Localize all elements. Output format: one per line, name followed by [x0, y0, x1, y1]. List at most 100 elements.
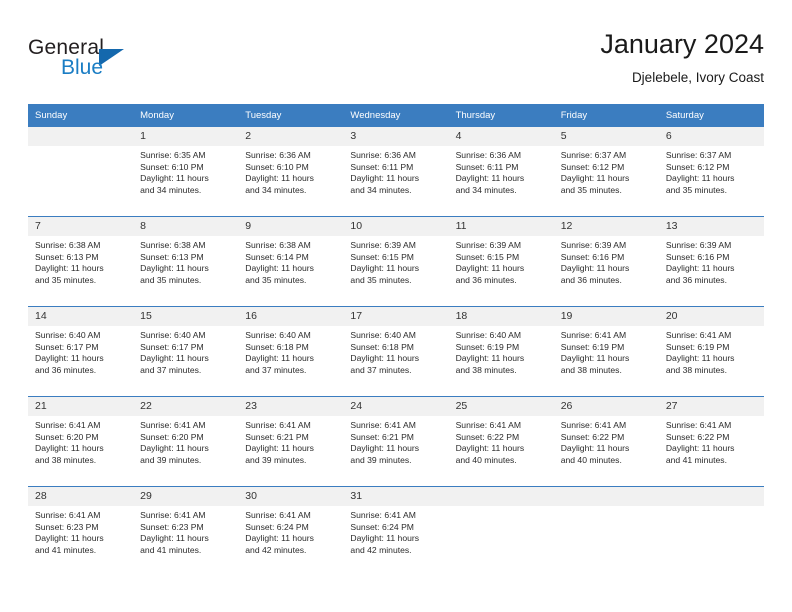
day-info: Sunrise: 6:40 AM Sunset: 6:18 PM Dayligh… — [343, 326, 448, 377]
day-cell[interactable]: 19 Sunrise: 6:41 AM Sunset: 6:19 PM Dayl… — [553, 306, 659, 397]
daylight-text-line1: Daylight: 11 hours — [350, 533, 420, 544]
sunset-text: Sunset: 6:17 PM — [35, 341, 99, 352]
sunrise-text: Sunrise: 6:40 AM — [245, 330, 311, 340]
daylight-text-line2: and 42 minutes. — [245, 545, 307, 556]
day-cell[interactable]: 21 Sunrise: 6:41 AM Sunset: 6:20 PM Dayl… — [28, 396, 134, 487]
sunrise-text: Sunrise: 6:36 AM — [455, 150, 522, 160]
sunrise-text: Sunrise: 6:41 AM — [140, 420, 206, 430]
sunrise-text: Sunrise: 6:40 AM — [350, 330, 416, 340]
day-cell[interactable]: 3 Sunrise: 6:36 AM Sunset: 6:11 PM Dayli… — [343, 127, 449, 217]
day-cell[interactable]: 29 Sunrise: 6:41 AM Sunset: 6:23 PM Dayl… — [133, 486, 239, 576]
sunset-text: Sunset: 6:13 PM — [140, 251, 204, 262]
daylight-text-line2: and 34 minutes. — [455, 185, 517, 196]
day-cell[interactable]: 17 Sunrise: 6:40 AM Sunset: 6:18 PM Dayl… — [343, 306, 449, 397]
daylight-text-line2: and 37 minutes. — [245, 365, 307, 376]
day-number — [658, 487, 764, 506]
day-cell[interactable]: 16 Sunrise: 6:40 AM Sunset: 6:18 PM Dayl… — [238, 306, 344, 397]
daylight-text-line2: and 35 minutes. — [350, 275, 412, 286]
sunset-text: Sunset: 6:20 PM — [140, 431, 204, 442]
day-cell[interactable] — [28, 127, 134, 217]
day-cell[interactable]: 28 Sunrise: 6:41 AM Sunset: 6:23 PM Dayl… — [28, 486, 134, 576]
day-cell[interactable]: 4 Sunrise: 6:36 AM Sunset: 6:11 PM Dayli… — [448, 127, 554, 217]
sunrise-text: Sunrise: 6:41 AM — [35, 420, 101, 430]
day-cell[interactable]: 2 Sunrise: 6:36 AM Sunset: 6:10 PM Dayli… — [238, 127, 344, 217]
day-cell[interactable]: 18 Sunrise: 6:40 AM Sunset: 6:19 PM Dayl… — [448, 306, 554, 397]
day-cell[interactable]: 13 Sunrise: 6:39 AM Sunset: 6:16 PM Dayl… — [658, 216, 764, 307]
sunrise-text: Sunrise: 6:37 AM — [665, 150, 732, 160]
day-info: Sunrise: 6:38 AM Sunset: 6:13 PM Dayligh… — [133, 236, 238, 287]
day-cell[interactable]: 6 Sunrise: 6:37 AM Sunset: 6:12 PM Dayli… — [658, 127, 764, 217]
day-cell[interactable] — [658, 486, 764, 576]
sunrise-text: Sunrise: 6:41 AM — [350, 510, 416, 520]
daylight-text-line2: and 42 minutes. — [350, 545, 412, 556]
day-cell[interactable] — [553, 486, 659, 576]
day-cell[interactable]: 9 Sunrise: 6:38 AM Sunset: 6:14 PM Dayli… — [238, 216, 344, 307]
day-cell[interactable]: 1 Sunrise: 6:35 AM Sunset: 6:10 PM Dayli… — [133, 127, 239, 217]
day-number: 24 — [343, 397, 449, 416]
day-number: 22 — [133, 397, 239, 416]
calendar-table: Sunday Monday Tuesday Wednesday Thursday… — [28, 104, 764, 576]
day-cell[interactable]: 25 Sunrise: 6:41 AM Sunset: 6:22 PM Dayl… — [448, 396, 554, 487]
day-cell[interactable]: 31 Sunrise: 6:41 AM Sunset: 6:24 PM Dayl… — [343, 486, 449, 576]
day-info: Sunrise: 6:40 AM Sunset: 6:17 PM Dayligh… — [133, 326, 238, 377]
sunrise-text: Sunrise: 6:41 AM — [560, 420, 627, 430]
sunrise-text: Sunrise: 6:41 AM — [35, 510, 101, 520]
page-header: General Blue January 2024 Djelebele, Ivo… — [28, 28, 764, 98]
day-number: 21 — [28, 397, 134, 416]
sunrise-text: Sunrise: 6:40 AM — [35, 330, 101, 340]
calendar-week-row: 21 Sunrise: 6:41 AM Sunset: 6:20 PM Dayl… — [28, 396, 764, 487]
day-cell[interactable]: 23 Sunrise: 6:41 AM Sunset: 6:21 PM Dayl… — [238, 396, 344, 487]
weekday-header-friday: Friday — [553, 104, 659, 127]
day-cell[interactable]: 10 Sunrise: 6:39 AM Sunset: 6:15 PM Dayl… — [343, 216, 449, 307]
sunset-text: Sunset: 6:24 PM — [245, 521, 309, 532]
daylight-text-line1: Daylight: 11 hours — [560, 353, 630, 364]
sunrise-text: Sunrise: 6:39 AM — [350, 240, 416, 250]
sunrise-text: Sunrise: 6:37 AM — [560, 150, 627, 160]
daylight-text-line2: and 35 minutes. — [665, 185, 727, 196]
sunset-text: Sunset: 6:12 PM — [560, 161, 625, 172]
day-number: 15 — [133, 307, 239, 326]
weekday-header-tuesday: Tuesday — [238, 104, 344, 127]
day-info: Sunrise: 6:41 AM Sunset: 6:21 PM Dayligh… — [238, 416, 343, 467]
day-cell[interactable]: 11 Sunrise: 6:39 AM Sunset: 6:15 PM Dayl… — [448, 216, 554, 307]
day-cell[interactable]: 7 Sunrise: 6:38 AM Sunset: 6:13 PM Dayli… — [28, 216, 134, 307]
day-info: Sunrise: 6:36 AM Sunset: 6:11 PM Dayligh… — [343, 146, 448, 197]
day-number: 11 — [448, 217, 554, 236]
day-info: Sunrise: 6:41 AM Sunset: 6:20 PM Dayligh… — [133, 416, 238, 467]
sunset-text: Sunset: 6:22 PM — [560, 431, 625, 442]
daylight-text-line1: Daylight: 11 hours — [140, 533, 209, 544]
daylight-text-line2: and 35 minutes. — [35, 275, 97, 286]
day-number: 1 — [133, 127, 239, 146]
daylight-text-line1: Daylight: 11 hours — [350, 353, 420, 364]
day-cell[interactable]: 20 Sunrise: 6:41 AM Sunset: 6:19 PM Dayl… — [658, 306, 764, 397]
day-cell[interactable]: 12 Sunrise: 6:39 AM Sunset: 6:16 PM Dayl… — [553, 216, 659, 307]
sunset-text: Sunset: 6:22 PM — [455, 431, 520, 442]
sunrise-text: Sunrise: 6:41 AM — [350, 420, 416, 430]
day-cell[interactable]: 27 Sunrise: 6:41 AM Sunset: 6:22 PM Dayl… — [658, 396, 764, 487]
day-number: 7 — [28, 217, 134, 236]
day-cell[interactable]: 24 Sunrise: 6:41 AM Sunset: 6:21 PM Dayl… — [343, 396, 449, 487]
daylight-text-line1: Daylight: 11 hours — [140, 263, 209, 274]
daylight-text-line1: Daylight: 11 hours — [245, 353, 314, 364]
day-cell[interactable]: 26 Sunrise: 6:41 AM Sunset: 6:22 PM Dayl… — [553, 396, 659, 487]
daylight-text-line1: Daylight: 11 hours — [245, 173, 314, 184]
day-info: Sunrise: 6:39 AM Sunset: 6:15 PM Dayligh… — [343, 236, 448, 287]
day-cell[interactable]: 14 Sunrise: 6:40 AM Sunset: 6:17 PM Dayl… — [28, 306, 134, 397]
day-cell[interactable] — [448, 486, 554, 576]
daylight-text-line1: Daylight: 11 hours — [665, 263, 735, 274]
day-number — [553, 487, 659, 506]
calendar-week-row: 7 Sunrise: 6:38 AM Sunset: 6:13 PM Dayli… — [28, 216, 764, 307]
day-number: 10 — [343, 217, 449, 236]
day-info: Sunrise: 6:40 AM Sunset: 6:17 PM Dayligh… — [28, 326, 133, 377]
day-info: Sunrise: 6:41 AM Sunset: 6:20 PM Dayligh… — [28, 416, 133, 467]
day-cell[interactable]: 15 Sunrise: 6:40 AM Sunset: 6:17 PM Dayl… — [133, 306, 239, 397]
day-cell[interactable]: 5 Sunrise: 6:37 AM Sunset: 6:12 PM Dayli… — [553, 127, 659, 217]
day-number: 16 — [238, 307, 344, 326]
day-cell[interactable]: 30 Sunrise: 6:41 AM Sunset: 6:24 PM Dayl… — [238, 486, 344, 576]
day-cell[interactable]: 22 Sunrise: 6:41 AM Sunset: 6:20 PM Dayl… — [133, 396, 239, 487]
page-subtitle: Djelebele, Ivory Coast — [631, 70, 764, 85]
day-info: Sunrise: 6:41 AM Sunset: 6:22 PM Dayligh… — [554, 416, 659, 467]
day-number: 20 — [658, 307, 764, 326]
day-cell[interactable]: 8 Sunrise: 6:38 AM Sunset: 6:13 PM Dayli… — [133, 216, 239, 307]
sunset-text: Sunset: 6:15 PM — [455, 251, 520, 262]
